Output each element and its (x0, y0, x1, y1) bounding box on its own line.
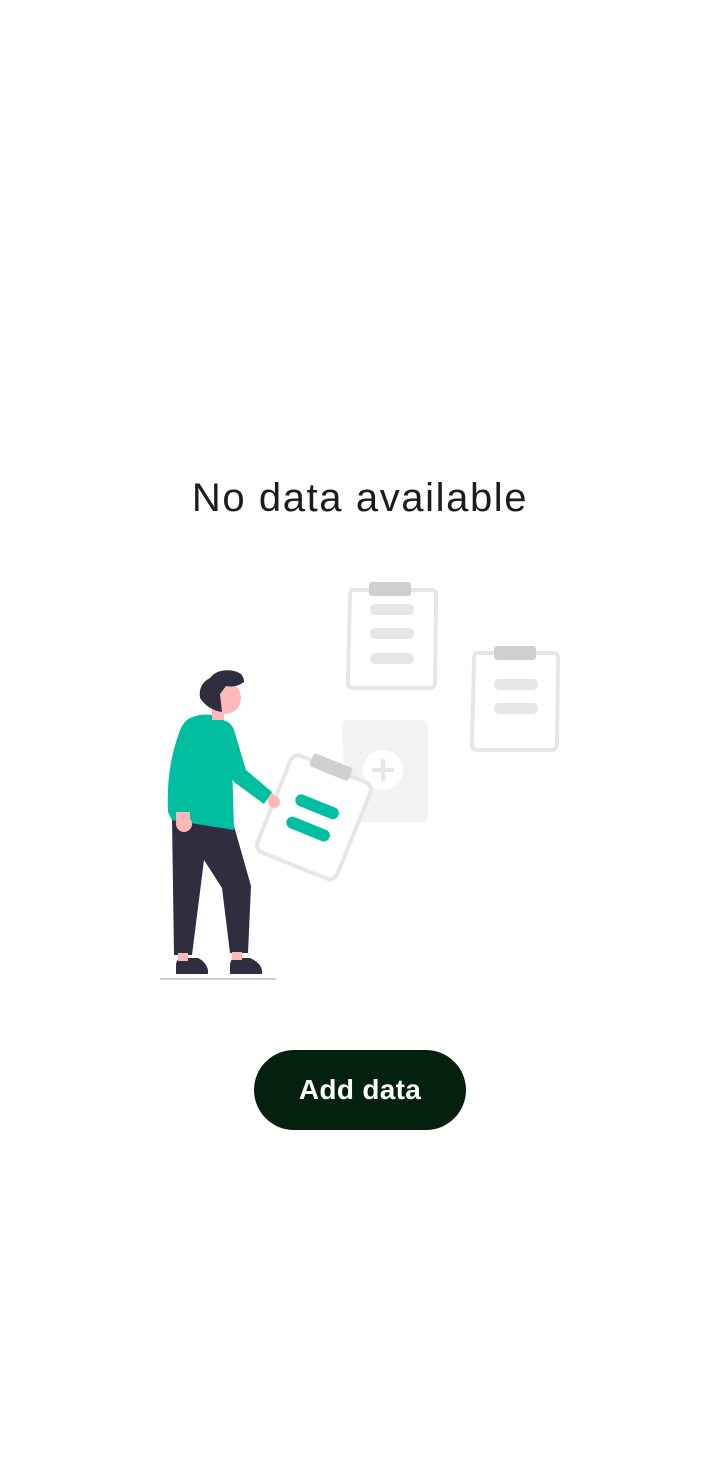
empty-state-message: No data available (191, 476, 529, 520)
clipboard-icon (469, 646, 561, 752)
clipboard-icon (345, 582, 439, 690)
add-data-button[interactable]: Add data (254, 1050, 466, 1130)
person-icon (160, 670, 280, 980)
empty-state-illustration (160, 582, 561, 980)
